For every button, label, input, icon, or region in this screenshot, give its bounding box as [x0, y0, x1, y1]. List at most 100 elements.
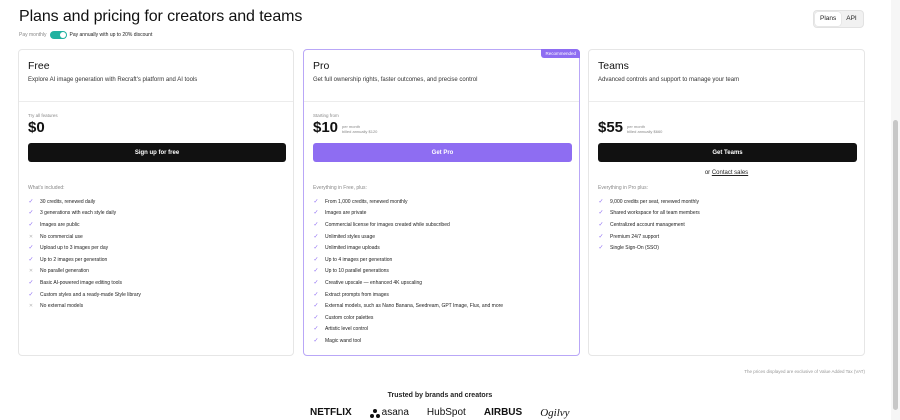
feature-item: ✓ Extract prompts from images	[313, 289, 503, 301]
plan-header: Teams Advanced controls and support to m…	[589, 50, 864, 102]
feature-text: Custom color palettes	[325, 314, 374, 321]
contact-sales-link[interactable]: Contact sales	[712, 170, 748, 176]
feature-text: Unlimited image uploads	[325, 245, 380, 252]
sign-up-free-button[interactable]: Sign up for free	[28, 143, 286, 162]
check-icon: ✓	[28, 291, 34, 298]
get-teams-button[interactable]: Get Teams	[598, 143, 857, 162]
feature-text: Artistic level control	[325, 326, 369, 333]
feature-item: ✓ Custom color palettes	[313, 312, 503, 324]
feature-item: ✓ Creative upscale — enhanced 4K upscalin…	[313, 277, 503, 289]
feature-item: ✓ Commercial license for images created w…	[313, 219, 503, 231]
scrollbar-thumb[interactable]	[893, 120, 898, 410]
trusted-heading: Trusted by brands and creators	[387, 392, 493, 399]
check-icon: ✓	[28, 221, 34, 228]
contact-sales-line: or Contact sales	[589, 170, 864, 176]
check-icon: ✓	[598, 221, 604, 228]
check-icon: ✓	[313, 337, 319, 344]
check-icon: ✓	[313, 233, 319, 240]
feature-item: ✓ Premium 24/7 support	[598, 231, 700, 243]
plan-description: Explore AI image generation with Recraft…	[28, 77, 198, 83]
feature-text: Commercial license for images created wh…	[325, 221, 450, 228]
get-pro-button[interactable]: Get Pro	[313, 143, 572, 162]
price-block: Starting from $10 per month billed annua…	[313, 113, 377, 136]
page-title: Plans and pricing for creators and teams	[19, 8, 303, 25]
check-icon: ✓	[598, 198, 604, 205]
features-heading: Everything in Pro plus:	[598, 185, 649, 191]
check-icon: ✓	[313, 303, 319, 310]
feature-text: 30 credits, renewed daily	[40, 198, 96, 205]
check-icon: ✓	[598, 245, 604, 252]
tab-api[interactable]: API	[841, 12, 861, 26]
feature-item: ✓ Single Sign-On (SSO)	[598, 242, 700, 254]
feature-text: 9,000 credits per seat, renewed monthly	[610, 198, 699, 205]
check-icon: ✓	[313, 210, 319, 217]
feature-text: Up to 4 images per generation	[325, 256, 393, 263]
tab-plans[interactable]: Plans	[815, 12, 842, 26]
price-meta: per month billed annually $120	[342, 124, 377, 134]
plan-header: Pro Get full ownership rights, faster ou…	[304, 50, 579, 102]
feature-item: ✓ Up to 2 images per generation	[28, 254, 141, 266]
recommended-badge: Recommended	[541, 49, 580, 58]
feature-item: ✓ 9,000 credits per seat, renewed monthly	[598, 196, 700, 208]
feature-text: No external models	[40, 303, 84, 310]
cross-icon: ✕	[28, 303, 34, 310]
billing-period-toggle-row: Pay monthly Pay annually with up to 20% …	[19, 30, 152, 40]
plan-card-teams: Teams Advanced controls and support to m…	[588, 49, 865, 356]
check-icon: ✓	[313, 245, 319, 252]
check-icon: ✓	[313, 268, 319, 275]
feature-text: Unlimited styles usage	[325, 233, 376, 240]
check-icon: ✓	[598, 233, 604, 240]
feature-item: ✓ Magic wand tool	[313, 335, 503, 347]
check-icon: ✓	[313, 279, 319, 286]
check-icon: ✓	[28, 210, 34, 217]
feature-text: 3 generations with each style daily	[40, 210, 117, 217]
check-icon: ✓	[313, 221, 319, 228]
feature-item: ✓ 30 credits, renewed daily	[28, 196, 141, 208]
contact-prefix: or	[704, 170, 711, 176]
plan-description: Advanced controls and support to manage …	[598, 77, 740, 83]
price-amount: $0	[28, 119, 45, 136]
cross-icon: ✕	[28, 233, 34, 240]
plans-api-switch: Plans API	[813, 10, 864, 28]
feature-item: ✓ Up to 4 images per generation	[313, 254, 503, 266]
brand-logos: NETFLIX asana HubSpot AIRBUS Ogilvy	[310, 407, 588, 419]
feature-item: ✓ Basic AI-powered image editing tools	[28, 277, 141, 289]
billing-toggle[interactable]	[49, 31, 67, 39]
price-block: $55 per month billed annually $660	[598, 113, 662, 136]
cross-icon: ✕	[28, 268, 34, 275]
feature-item: ✓ Unlimited image uploads	[313, 242, 503, 254]
plan-card-free: Free Explore AI image generation with Re…	[18, 49, 294, 356]
feature-text: Shared workspace for all team members	[610, 210, 700, 217]
pay-annually-label[interactable]: Pay annually with up to 20% discount	[70, 32, 153, 38]
feature-item: ✓ Centralized account management	[598, 219, 700, 231]
feature-text: From 1,000 credits, renewed monthly	[325, 198, 408, 205]
airbus-logo: AIRBUS	[483, 407, 523, 418]
feature-text: Creative upscale — enhanced 4K upscaling	[325, 279, 423, 286]
ogilvy-logo: Ogilvy	[540, 407, 570, 419]
netflix-logo: NETFLIX	[310, 407, 352, 418]
check-icon: ✓	[313, 256, 319, 263]
feature-item: ✓ Unlimited styles usage	[313, 231, 503, 243]
feature-item: ✓ Up to 10 parallel generations	[313, 266, 503, 278]
price-amount: $55	[598, 119, 624, 136]
price-amount: $10	[313, 119, 339, 136]
feature-text: External models, such as Nano Banana, Se…	[325, 303, 504, 310]
feature-item: ✕ No external models	[28, 300, 141, 312]
feature-item: ✓ Images are public	[28, 219, 141, 231]
feature-list: ✓ 9,000 credits per seat, renewed monthly…	[598, 196, 700, 254]
feature-text: Basic AI-powered image editing tools	[40, 279, 122, 286]
pay-monthly-label[interactable]: Pay monthly	[19, 32, 47, 38]
price-billed-note: billed annually $660	[627, 129, 663, 134]
feature-text: No commercial use	[40, 233, 83, 240]
plan-name: Teams	[598, 60, 629, 72]
feature-item: ✓ 3 generations with each style daily	[28, 208, 141, 220]
plan-description: Get full ownership rights, faster outcom…	[313, 77, 478, 83]
page-scrollbar[interactable]	[891, 0, 900, 420]
feature-item: ✓ Artistic level control	[313, 324, 503, 336]
feature-text: Upload up to 3 images per day	[40, 245, 109, 252]
feature-item: ✓ Custom styles and a ready-made Style li…	[28, 289, 140, 301]
feature-text: Premium 24/7 support	[610, 233, 660, 240]
features-heading: Everything in Free, plus:	[313, 185, 367, 191]
feature-text: Up to 2 images per generation	[40, 256, 108, 263]
feature-list: ✓ 30 credits, renewed daily ✓ 3 generations…	[28, 196, 141, 312]
